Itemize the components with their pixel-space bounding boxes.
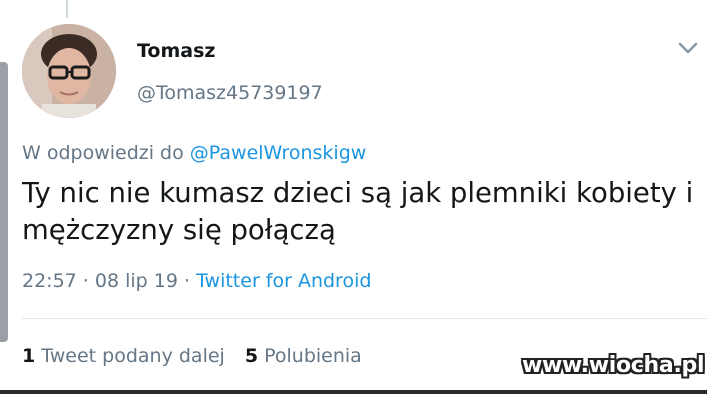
- like-label: Polubienia: [264, 345, 362, 367]
- reply-mention-link[interactable]: @PawelWronskigw: [190, 142, 367, 164]
- reply-context: W odpowiedzi do @PawelWronskigw: [22, 142, 366, 164]
- meta-separator: ·: [76, 270, 95, 292]
- tweet-text: Ty nic nie kumasz dzieci są jak plemniki…: [22, 177, 694, 246]
- tweet-meta: 22:57 · 08 lip 19 · Twitter for Android: [22, 270, 371, 292]
- retweets-stat[interactable]: 1 Tweet podany dalej: [22, 345, 225, 367]
- tweet-date: 08 lip 19: [94, 270, 178, 292]
- client-link[interactable]: Twitter for Android: [196, 270, 371, 292]
- tweet-time: 22:57: [22, 270, 77, 292]
- scroll-indicator: [0, 62, 8, 342]
- like-count: 5: [244, 345, 259, 367]
- author-name[interactable]: Tomasz: [137, 40, 215, 62]
- divider: [22, 318, 707, 319]
- meta-separator: ·: [177, 270, 197, 292]
- bottom-bar: [0, 390, 707, 394]
- chevron-down-icon[interactable]: [676, 38, 700, 58]
- author-handle[interactable]: @Tomasz45739197: [137, 82, 323, 104]
- thread-line: [66, 0, 68, 18]
- watermark: www.wiocha.pl: [522, 353, 705, 378]
- reply-prefix: W odpowiedzi do: [22, 142, 190, 164]
- tweet-stats: 1 Tweet podany dalej 5 Polubienia: [22, 345, 362, 367]
- likes-stat[interactable]: 5 Polubienia: [245, 345, 362, 367]
- retweet-count: 1: [22, 345, 36, 367]
- retweet-label: Tweet podany dalej: [41, 345, 225, 367]
- avatar[interactable]: [22, 24, 116, 118]
